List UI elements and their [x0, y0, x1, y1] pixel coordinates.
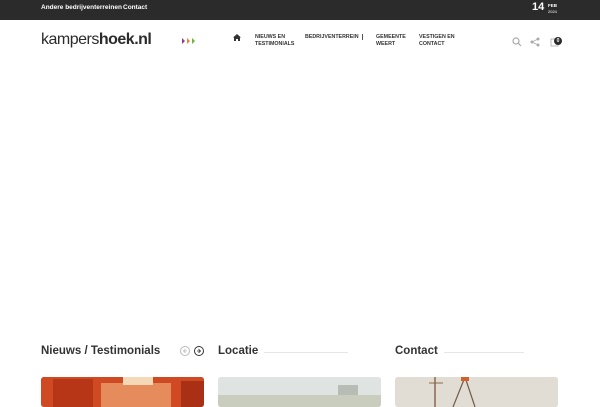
logo-arrows-icon — [182, 38, 195, 44]
nav-nieuws-en-testimonials[interactable]: NIEUWS EN TESTIMONIALS — [255, 34, 301, 47]
contact-card-image[interactable] — [395, 377, 558, 407]
search-icon[interactable] — [512, 37, 522, 47]
nav-gemeente-weert[interactable]: GEMEENTE WEERT — [376, 34, 412, 47]
logo-part-hoek: hoek — [98, 31, 135, 48]
date-year: 2024 — [548, 9, 557, 14]
location-photo — [218, 377, 381, 407]
topbar-link-andere-bedrijventerreinen[interactable]: Andere bedrijventerreinen — [41, 4, 122, 11]
section-title-contact: Contact — [395, 345, 438, 357]
top-bar: Andere bedrijventerreinen Contact 14 FEB… — [0, 0, 600, 20]
nav-separator — [362, 34, 363, 40]
news-photo — [41, 377, 204, 407]
contact-photo — [395, 377, 558, 407]
arrow-right-icon — [197, 348, 202, 354]
section-title-nieuws: Nieuws / Testimonials — [41, 345, 161, 357]
arrow-left-icon — [182, 348, 187, 354]
section-divider — [444, 352, 524, 353]
logo-part-nl: .nl — [134, 31, 152, 48]
nav-bedrijventerrein[interactable]: BEDRIJVENTERREIN — [305, 34, 369, 41]
section-title-locatie: Locatie — [218, 345, 259, 357]
location-card-image[interactable] — [218, 377, 381, 407]
date-day: 14 — [532, 1, 545, 13]
home-icon[interactable] — [233, 34, 241, 41]
nav-vestigen-en-contact[interactable]: VESTIGEN EN CONTACT — [419, 34, 463, 47]
news-card-image[interactable] — [41, 377, 204, 407]
logo-part-kampers: kampers — [41, 31, 99, 48]
logo-text: kampershoek.nl — [41, 31, 152, 49]
cart-count-badge: 0 — [554, 37, 562, 45]
date-month: FEB — [548, 3, 557, 8]
topbar-link-contact[interactable]: Contact — [123, 4, 147, 11]
site-logo[interactable]: kampershoek.nl — [41, 31, 201, 51]
share-icon[interactable] — [530, 37, 540, 47]
carousel-next-button[interactable] — [194, 346, 204, 356]
section-divider — [264, 352, 348, 353]
carousel-prev-button[interactable] — [180, 346, 190, 356]
